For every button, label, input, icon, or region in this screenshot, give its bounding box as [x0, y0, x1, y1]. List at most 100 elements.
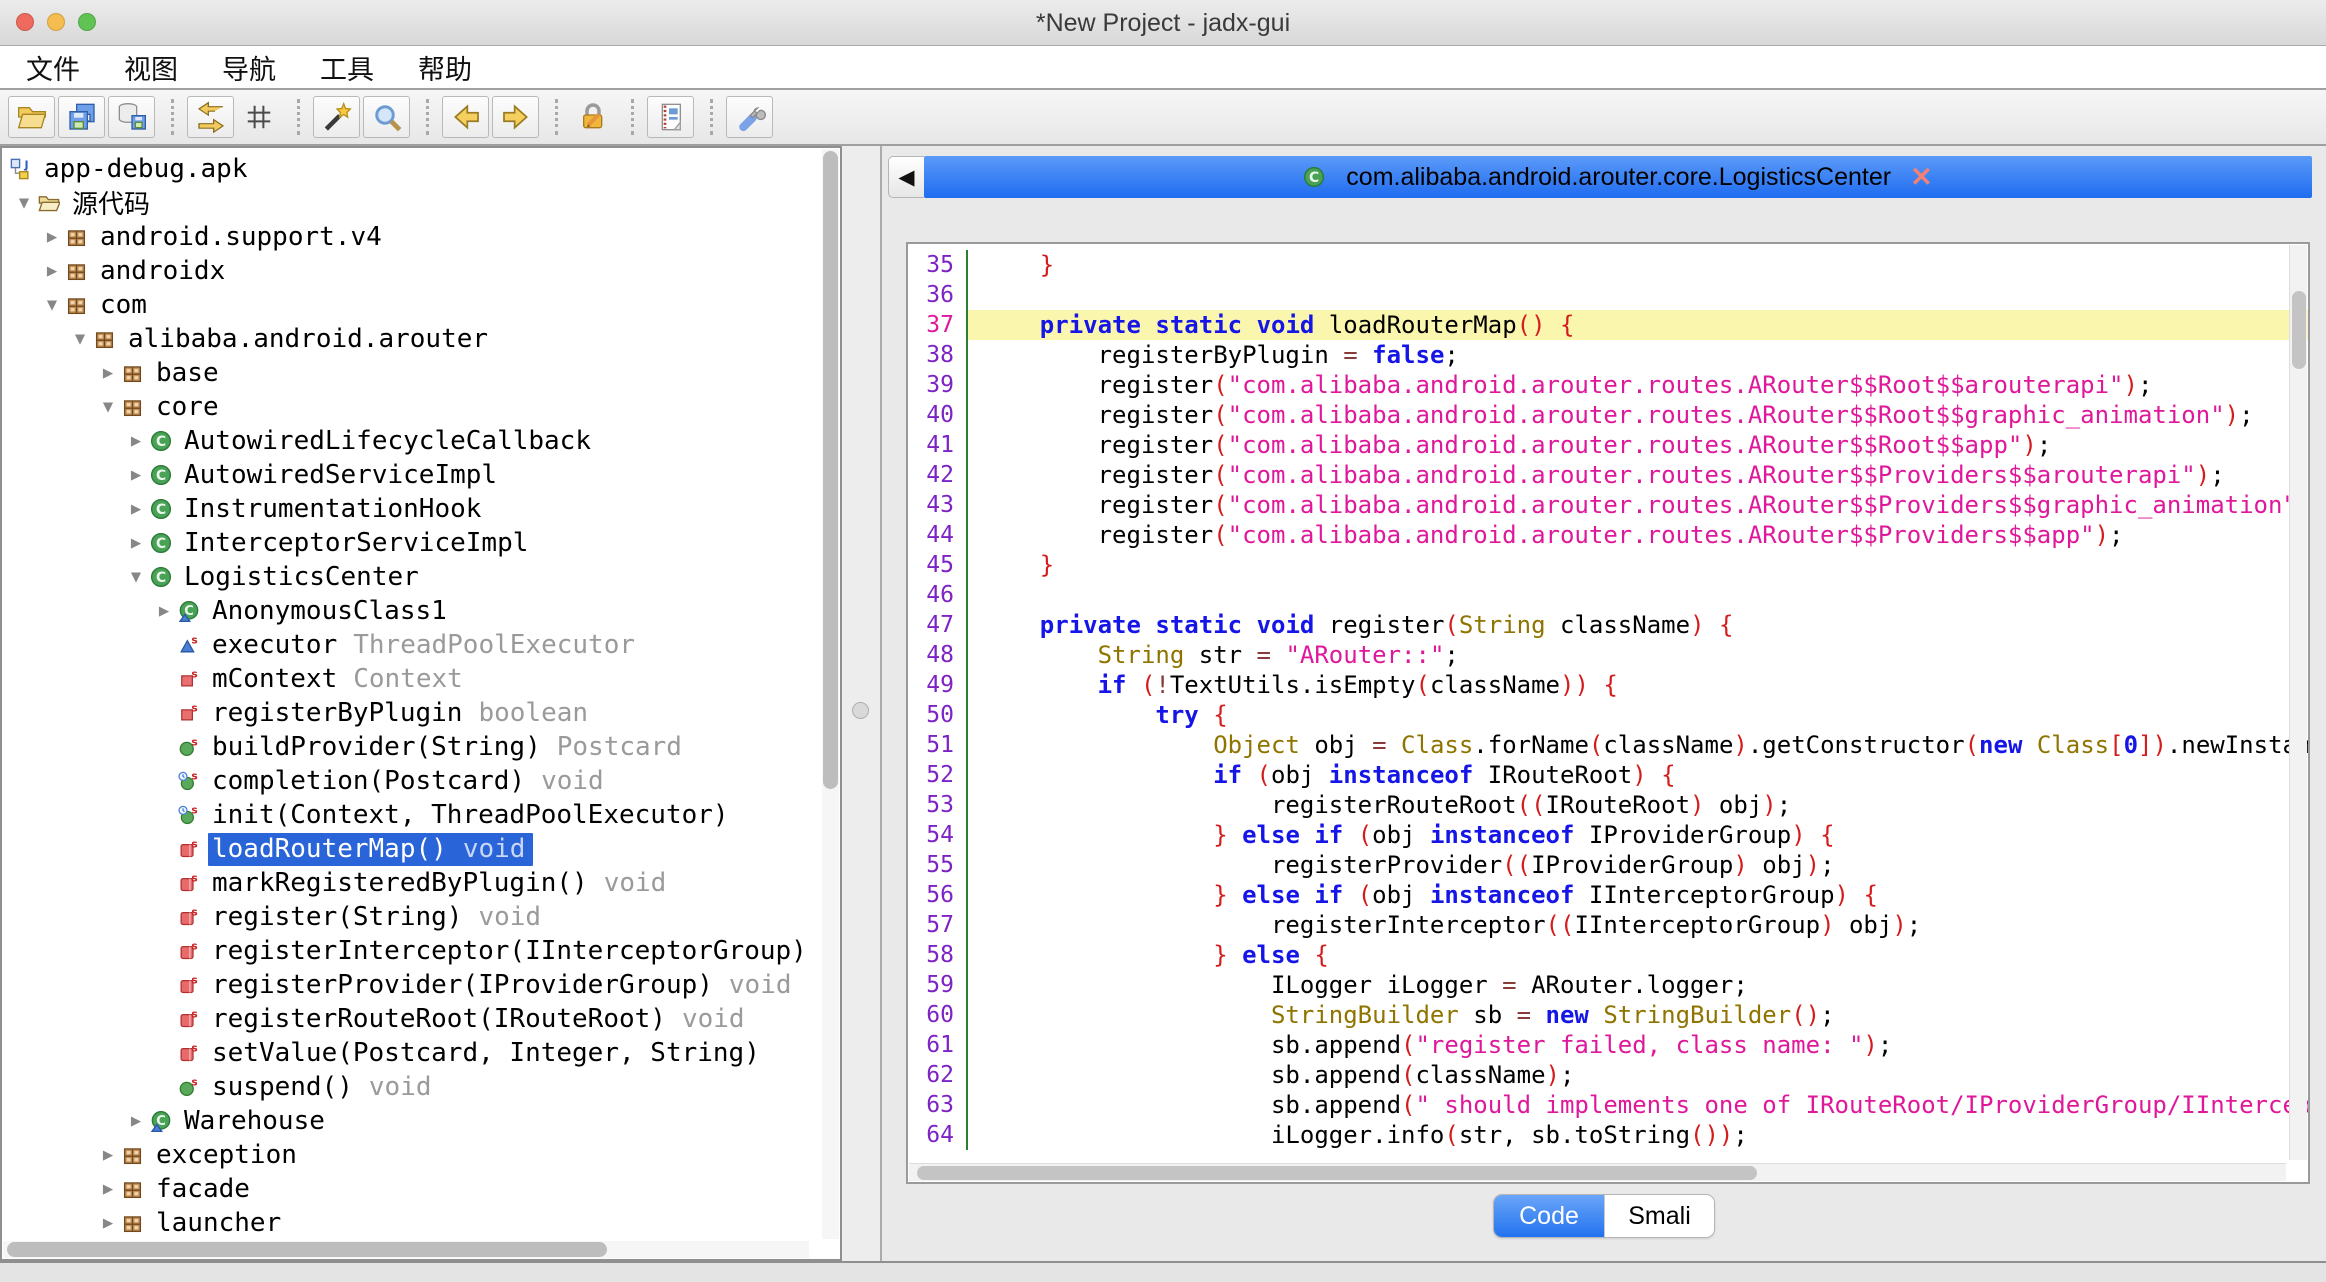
- tree-item[interactable]: ▶CInterceptorServiceImpl: [2, 526, 840, 560]
- tree-item[interactable]: ▶CAutowiredServiceImpl: [2, 458, 840, 492]
- tree-item[interactable]: ▶base: [2, 356, 840, 390]
- expander-icon[interactable]: ▼: [94, 397, 122, 417]
- expander-icon[interactable]: ▶: [94, 363, 122, 383]
- tree-item[interactable]: ssetValue(Postcard, Integer, String): [2, 1036, 840, 1070]
- code-line-text: }: [968, 550, 2308, 580]
- method-green-icon: s: [178, 737, 208, 757]
- split-divider-handle[interactable]: [852, 702, 869, 719]
- tree-item[interactable]: ▼CLogisticsCenter: [2, 560, 840, 594]
- expander-icon[interactable]: ▼: [66, 329, 94, 349]
- tree-item[interactable]: ▶exception: [2, 1138, 840, 1172]
- scrollbar-thumb[interactable]: [823, 151, 838, 789]
- tree-item[interactable]: ▶CWarehouse: [2, 1104, 840, 1138]
- tree-item[interactable]: ▼源代码: [2, 186, 840, 220]
- expander-icon[interactable]: ▶: [122, 1111, 150, 1131]
- menu-item-0[interactable]: 文件: [4, 48, 102, 87]
- tree-item[interactable]: ▶android.support.v4: [2, 220, 840, 254]
- close-window-button[interactable]: [16, 13, 34, 31]
- class-graph-button[interactable]: [237, 96, 281, 138]
- scrollbar-thumb[interactable]: [917, 1166, 1757, 1180]
- expander-icon[interactable]: ▼: [10, 193, 38, 213]
- scrollbar-thumb[interactable]: [7, 1242, 607, 1257]
- expander-icon[interactable]: ▶: [122, 465, 150, 485]
- tree-item-label: AnonymousClass1: [208, 595, 455, 628]
- expander-icon[interactable]: ▶: [150, 601, 178, 621]
- smali-view-button[interactable]: Smali: [1604, 1195, 1714, 1237]
- method-red-icon: s: [178, 1009, 208, 1029]
- line-number: 63: [908, 1090, 968, 1120]
- expander-icon[interactable]: ▶: [94, 1179, 122, 1199]
- editor-horizontal-scrollbar[interactable]: [909, 1163, 2286, 1181]
- tab-close-icon[interactable]: ✕: [1910, 162, 1933, 193]
- tree-item[interactable]: ▼com: [2, 288, 840, 322]
- search-button[interactable]: [363, 96, 410, 138]
- expander-icon[interactable]: ▶: [38, 261, 66, 281]
- code-line-text: registerInterceptor((IInterceptorGroup) …: [968, 910, 2308, 940]
- tree-item[interactable]: sregisterProvider(IProviderGroup)void: [2, 968, 840, 1002]
- tree-item[interactable]: Japp-debug.apk: [2, 152, 840, 186]
- split-divider[interactable]: [842, 146, 882, 1261]
- zoom-window-button[interactable]: [78, 13, 96, 31]
- tree-item[interactable]: ▶CAutowiredLifecycleCallback: [2, 424, 840, 458]
- tree-item[interactable]: sinit(Context, ThreadPoolExecutor): [2, 798, 840, 832]
- scrollbar-thumb[interactable]: [2292, 291, 2306, 369]
- code-editor[interactable]: 35 }3637 private static void loadRouterM…: [906, 242, 2310, 1184]
- expander-icon[interactable]: ▶: [94, 1145, 122, 1165]
- code-line-text: registerProvider((IProviderGroup) obj);: [968, 850, 2308, 880]
- tree-item[interactable]: scompletion(Postcard)void: [2, 764, 840, 798]
- tab-scroll-left-button[interactable]: ◀: [888, 156, 924, 198]
- expander-icon[interactable]: ▶: [38, 227, 66, 247]
- code-line: 47 private static void register(String c…: [908, 610, 2308, 640]
- tree-item[interactable]: ▶CAnonymousClass1: [2, 594, 840, 628]
- minimize-window-button[interactable]: [47, 13, 65, 31]
- line-number: 48: [908, 640, 968, 670]
- export-button[interactable]: [108, 96, 155, 138]
- tree-item[interactable]: ssuspend()void: [2, 1070, 840, 1104]
- line-number: 49: [908, 670, 968, 700]
- code-line-text: private static void register(String clas…: [968, 610, 2308, 640]
- expander-icon[interactable]: ▶: [122, 499, 150, 519]
- expander-icon[interactable]: ▶: [94, 1213, 122, 1233]
- rename-lock-button[interactable]: [571, 96, 615, 138]
- expander-icon[interactable]: ▼: [38, 295, 66, 315]
- navigate-back-button[interactable]: [442, 96, 489, 138]
- menu-item-1[interactable]: 视图: [102, 48, 200, 87]
- tree-item[interactable]: ▼alibaba.android.arouter: [2, 322, 840, 356]
- tree-item[interactable]: ▶CInstrumentationHook: [2, 492, 840, 526]
- tree-item[interactable]: ▶facade: [2, 1172, 840, 1206]
- expander-icon[interactable]: ▼: [122, 567, 150, 587]
- preferences-button[interactable]: [726, 96, 773, 138]
- tree-horizontal-scrollbar[interactable]: [3, 1241, 809, 1258]
- tree-item[interactable]: sregisterRouteRoot(IRouteRoot)void: [2, 1002, 840, 1036]
- tree-item[interactable]: sregisterByPluginboolean: [2, 696, 840, 730]
- menu-item-3[interactable]: 工具: [298, 48, 396, 87]
- tree-item[interactable]: ▶launcher: [2, 1206, 840, 1240]
- tree-item[interactable]: sbuildProvider(String)Postcard: [2, 730, 840, 764]
- tree-item[interactable]: ▶androidx: [2, 254, 840, 288]
- tree-item[interactable]: ▼core: [2, 390, 840, 424]
- method-red-icon: s: [178, 1043, 208, 1063]
- open-file-button[interactable]: [8, 96, 55, 138]
- code-view-button[interactable]: Code: [1494, 1195, 1604, 1237]
- tree-item[interactable]: sregisterInterceptor(IInterceptorGroup): [2, 934, 840, 968]
- tab-logistics-center[interactable]: C com.alibaba.android.arouter.core.Logis…: [924, 156, 2312, 198]
- reload-files-button[interactable]: [187, 96, 234, 138]
- menu-item-4[interactable]: 帮助: [396, 48, 494, 87]
- code-line: 40 register("com.alibaba.android.arouter…: [908, 400, 2308, 430]
- tree-item[interactable]: sregister(String)void: [2, 900, 840, 934]
- navigate-forward-button[interactable]: [492, 96, 539, 138]
- tree-item[interactable]: sexecutorThreadPoolExecutor: [2, 628, 840, 662]
- expander-icon[interactable]: ▶: [122, 533, 150, 553]
- editor-vertical-scrollbar[interactable]: [2289, 245, 2307, 1160]
- tree-item-type: boolean: [478, 698, 588, 728]
- expander-icon[interactable]: ▶: [122, 431, 150, 451]
- tree-item[interactable]: smarkRegisteredByPlugin()void: [2, 866, 840, 900]
- log-viewer-button[interactable]: [647, 96, 694, 138]
- tree-item[interactable]: smContextContext: [2, 662, 840, 696]
- tree-vertical-scrollbar[interactable]: [822, 149, 839, 1239]
- save-all-button[interactable]: [58, 96, 105, 138]
- code-area: 35 }3637 private static void loadRouterM…: [908, 244, 2308, 1150]
- tree-item[interactable]: sloadRouterMap()void: [2, 832, 840, 866]
- menu-item-2[interactable]: 导航: [200, 48, 298, 87]
- deobfuscation-button[interactable]: [313, 96, 360, 138]
